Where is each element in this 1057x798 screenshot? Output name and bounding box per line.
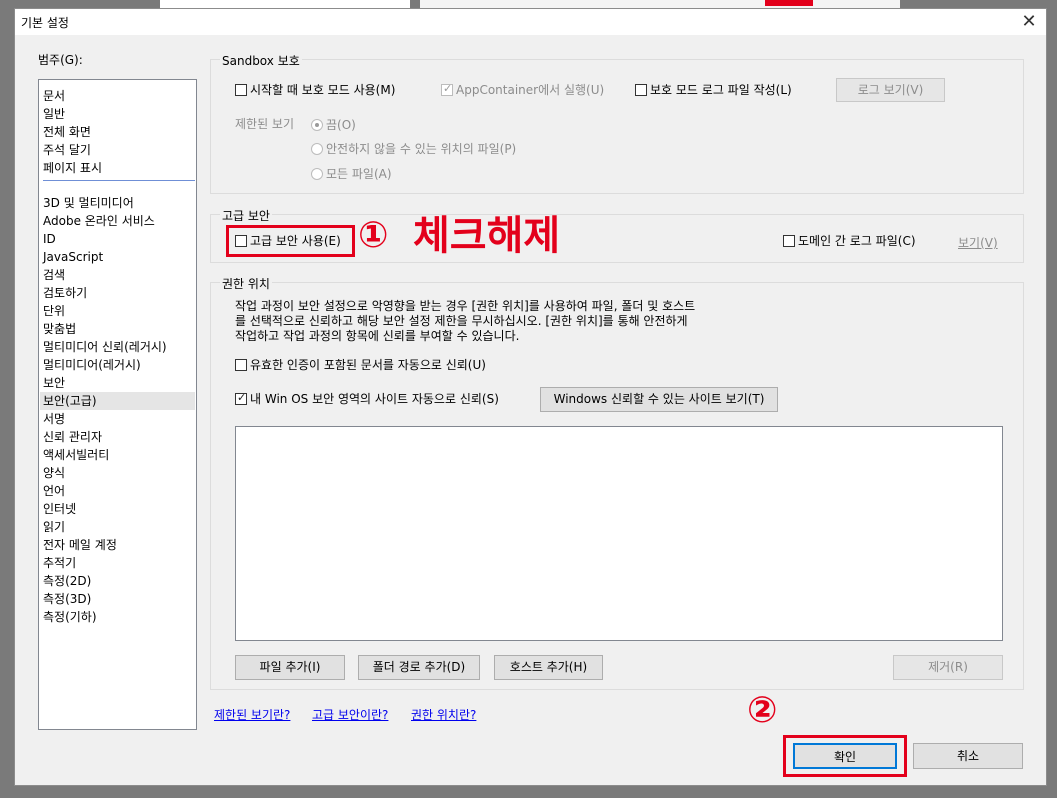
privileged-locations-list[interactable] [235, 426, 1003, 641]
cross-domain-log-checkbox[interactable] [783, 235, 795, 247]
restricted-view-off-radio[interactable] [311, 119, 323, 131]
restricted-view-all-label[interactable]: 모든 파일(A) [326, 167, 392, 181]
category-item[interactable]: ID [43, 230, 56, 248]
category-item[interactable]: 신뢰 관리자 [43, 428, 102, 446]
category-item[interactable]: 일반 [43, 105, 65, 123]
enhanced-security-checkbox[interactable] [235, 235, 247, 247]
restricted-view-unsafe-radio[interactable] [311, 143, 323, 155]
categories-list[interactable]: 문서 일반 전체 화면 주석 달기 페이지 표시 3D 및 멀티미디어 Adobe 온라인 … [38, 79, 197, 730]
category-item[interactable]: 읽기 [43, 518, 65, 536]
category-item[interactable]: 측정(3D) [43, 590, 91, 608]
title-bar: 기본 설정 ✕ [15, 9, 1046, 35]
auto-trust-cert-checkbox[interactable] [235, 359, 247, 371]
category-item[interactable]: 언어 [43, 482, 65, 500]
category-item[interactable]: 보안 [43, 374, 65, 392]
category-item[interactable]: 측정(2D) [43, 572, 91, 590]
category-item[interactable]: 보안(고급) [40, 392, 195, 410]
enhanced-security-title: 고급 보안 [220, 207, 272, 224]
annotation-step1-number: ① [358, 215, 389, 256]
privileged-description-line3: 작업하고 작업 과정의 항목에 신뢰를 부여할 수 있습니다. [235, 329, 520, 343]
appcontainer-label[interactable]: AppContainer에서 실행(U) [456, 83, 604, 97]
restricted-view-label: 제한된 보기 [235, 117, 295, 131]
auto-trust-winos-checkbox[interactable]: ✓ [235, 391, 247, 405]
category-item[interactable]: 인터넷 [43, 500, 76, 518]
annotation-step2-number: ② [747, 690, 778, 731]
category-item[interactable]: 서명 [43, 410, 65, 428]
add-file-button[interactable]: 파일 추가(I) [235, 655, 345, 680]
category-item[interactable]: 멀티미디어(레거시) [43, 356, 141, 374]
privileged-locations-title: 권한 위치 [220, 275, 272, 292]
category-item[interactable]: 추적기 [43, 554, 76, 572]
category-item[interactable]: 문서 [43, 87, 65, 105]
category-item[interactable]: 단위 [43, 302, 65, 320]
category-item[interactable]: 전자 메일 계정 [43, 536, 117, 554]
privileged-description-line2: 를 선택적으로 신뢰하고 해당 보안 설정 제한을 무시하십시오. [권한 위치… [235, 314, 688, 328]
protected-log-label[interactable]: 보호 모드 로그 파일 작성(L) [650, 83, 792, 97]
category-item[interactable]: 주석 달기 [43, 141, 91, 159]
category-item[interactable]: 액세서빌러티 [43, 446, 109, 464]
annotation-step1-text: 체크해제 [413, 213, 561, 259]
sandbox-group-title: Sandbox 보호 [220, 52, 302, 69]
auto-trust-cert-label[interactable]: 유효한 인증이 포함된 문서를 자동으로 신뢰(U) [250, 358, 486, 372]
category-item[interactable]: 양식 [43, 464, 65, 482]
remove-button[interactable]: 제거(R) [893, 655, 1003, 680]
category-separator [43, 180, 195, 181]
check-icon: ✓ [443, 82, 453, 95]
category-item[interactable]: 멀티미디어 신뢰(레거시) [43, 338, 167, 356]
what-is-restricted-view-link[interactable]: 제한된 보기란? [214, 706, 290, 723]
preferences-dialog: 기본 설정 ✕ 범주(G): 문서 일반 전체 화면 주석 달기 페이지 표시 3D 및 … [14, 8, 1047, 786]
what-is-privileged-locations-link[interactable]: 권한 위치란? [411, 706, 476, 723]
privileged-description-line1: 작업 과정이 보안 설정으로 악영향을 받는 경우 [권한 위치]를 사용하여 … [235, 299, 696, 313]
ok-button[interactable]: 확인 [793, 743, 897, 769]
restricted-view-off-label[interactable]: 끔(O) [326, 118, 356, 132]
background-app-strip-red [765, 0, 813, 6]
close-icon[interactable]: ✕ [1018, 11, 1040, 33]
add-folder-button[interactable]: 폴더 경로 추가(D) [358, 655, 480, 680]
protected-mode-label[interactable]: 시작할 때 보호 모드 사용(M) [250, 83, 395, 97]
cross-domain-log-label[interactable]: 도메인 간 로그 파일(C) [798, 234, 916, 248]
category-item[interactable]: 맞춤법 [43, 320, 76, 338]
background-app-strip [420, 0, 900, 8]
cancel-button[interactable]: 취소 [913, 743, 1023, 769]
category-item[interactable]: 측정(기하) [43, 608, 97, 626]
enhanced-security-label[interactable]: 고급 보안 사용(E) [250, 234, 341, 248]
restricted-view-all-radio[interactable] [311, 168, 323, 180]
window-title: 기본 설정 [21, 16, 69, 30]
category-item[interactable]: Adobe 온라인 서비스 [43, 212, 155, 230]
restricted-view-unsafe-label[interactable]: 안전하지 않을 수 있는 위치의 파일(P) [326, 142, 516, 156]
protected-mode-checkbox[interactable] [235, 84, 247, 96]
radio-selected-dot [315, 123, 319, 127]
add-host-button[interactable]: 호스트 추가(H) [494, 655, 603, 680]
view-log-button[interactable]: 로그 보기(V) [836, 78, 945, 102]
auto-trust-winos-label[interactable]: 내 Win OS 보안 영역의 사이트 자동으로 신뢰(S) [250, 392, 499, 406]
check-icon: ✓ [237, 391, 247, 404]
category-item[interactable]: 전체 화면 [43, 123, 91, 141]
view-cross-domain-log-link[interactable]: 보기(V) [958, 234, 998, 251]
category-item[interactable]: 페이지 표시 [43, 159, 102, 177]
category-item[interactable]: JavaScript [43, 248, 103, 266]
protected-log-checkbox[interactable] [635, 84, 647, 96]
appcontainer-checkbox[interactable]: ✓ [441, 82, 453, 96]
categories-label: 범주(G): [38, 53, 83, 67]
category-item[interactable]: 3D 및 멀티미디어 [43, 194, 134, 212]
category-item[interactable]: 검색 [43, 266, 65, 284]
view-trusted-sites-button[interactable]: Windows 신뢰할 수 있는 사이트 보기(T) [540, 387, 778, 412]
what-is-enhanced-security-link[interactable]: 고급 보안이란? [312, 706, 388, 723]
category-item[interactable]: 검토하기 [43, 284, 87, 302]
background-app-strip [160, 0, 410, 8]
